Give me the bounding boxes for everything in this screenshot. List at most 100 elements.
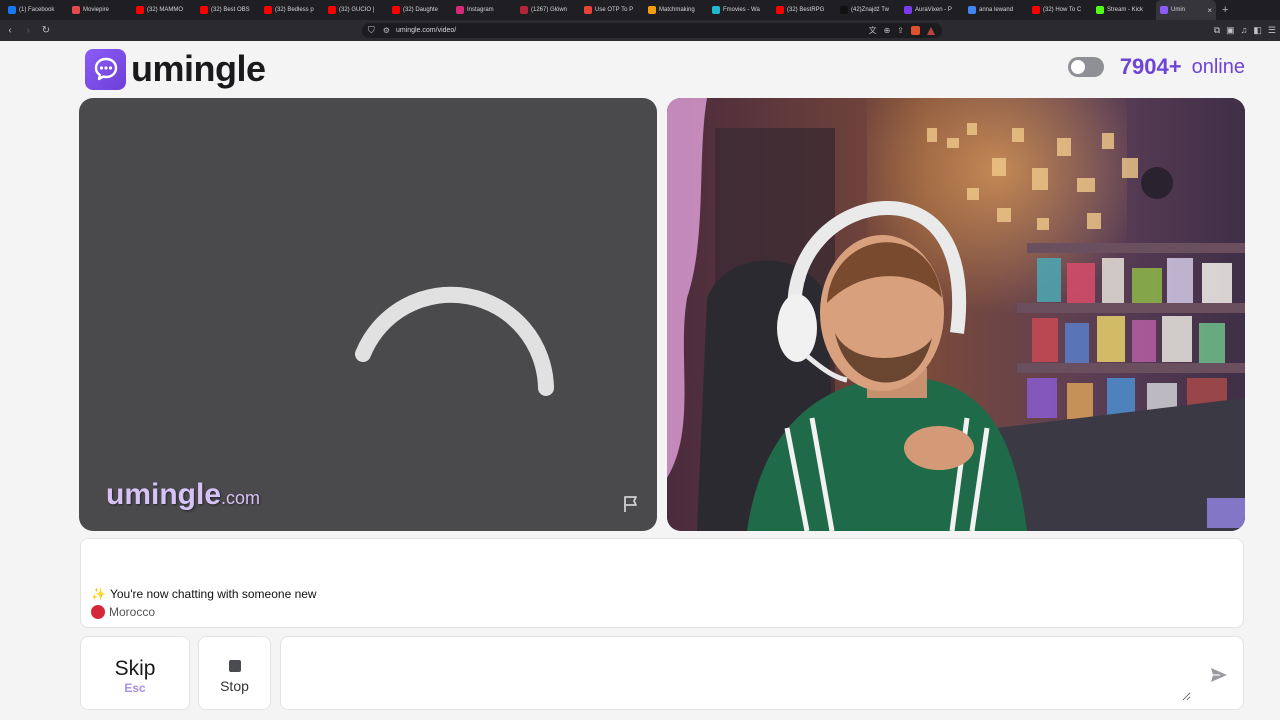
tab-favicon-icon [456, 6, 464, 14]
tab-favicon-icon [648, 6, 656, 14]
browser-tab[interactable]: Moviepire [68, 0, 132, 20]
tab-label: (32) MAMMO [147, 7, 183, 13]
browser-tab[interactable]: (32) Bedless p [260, 0, 324, 20]
theme-toggle[interactable] [1067, 57, 1104, 77]
tab-label: Fmovies - Wa [723, 7, 760, 13]
media-icon[interactable]: ♫ [1241, 25, 1248, 36]
system-message-text: You're now chatting with someone new [109, 587, 317, 601]
share-icon[interactable]: ⇪ [897, 26, 904, 35]
forward-icon[interactable]: › [20, 25, 36, 36]
browser-tab[interactable]: (1267) Główn [516, 0, 580, 20]
tab-favicon-icon [72, 6, 80, 14]
tab-label: anna lewand [979, 7, 1014, 13]
browser-tab[interactable]: Use OTP To P [580, 0, 644, 20]
tab-label: Moviepire [83, 7, 110, 13]
menu-icon[interactable]: ☰ [1268, 25, 1276, 36]
bookmark-icon[interactable]: ⛉ [368, 25, 375, 36]
watermark-main: umingle [106, 478, 222, 511]
tab-label: (32) How To C [1043, 7, 1082, 13]
browser-tab[interactable]: (32) MAMMO [132, 0, 196, 20]
tab-label: (32) Daughte [403, 7, 439, 13]
toggle-knob [1070, 60, 1085, 74]
tab-label: (32) Bedless p [275, 7, 314, 13]
site-logo[interactable]: umingle [85, 48, 266, 90]
browser-tab[interactable]: (32) How To C [1028, 0, 1092, 20]
stranger-country: Morocco [91, 605, 155, 619]
send-icon[interactable] [1209, 665, 1229, 685]
watermark-tld: .com [221, 488, 261, 508]
tab-favicon-icon [584, 6, 592, 14]
tab-favicon-icon [328, 6, 336, 14]
umingle-watermark: umingle.com [106, 478, 260, 512]
system-message: ✨ You're now chatting with someone new [91, 587, 317, 601]
tab-favicon-icon [200, 6, 208, 14]
reload-icon[interactable]: ↻ [38, 25, 54, 36]
stop-button[interactable]: Stop [198, 636, 271, 710]
tab-favicon-icon [8, 6, 16, 14]
wallet-icon[interactable]: ▣ [1226, 25, 1235, 36]
translate-icon[interactable]: 文 [869, 25, 877, 36]
browser-tab[interactable]: (32) BestRPG [772, 0, 836, 20]
tab-label: (32) Best OBS [211, 7, 250, 13]
tab-label: (32) GUCIO | [339, 7, 375, 13]
tab-favicon-icon [520, 6, 528, 14]
browser-tab[interactable]: Instagram [452, 0, 516, 20]
skip-shortcut: Esc [124, 681, 146, 695]
loading-spinner-icon [355, 286, 554, 396]
tab-favicon-icon [1032, 6, 1040, 14]
skip-button[interactable]: Skip Esc [80, 636, 190, 710]
close-tab-icon[interactable]: × [1207, 6, 1212, 15]
tab-label: (1) Facebook [19, 7, 55, 13]
browser-toolbar: ‹ › ↻ ⛉ ⚙ umingle.com/video/ 文 ⊕ ⇪ ⧉ ▣ ♫… [0, 20, 1280, 41]
browser-tab[interactable]: Umin × [1156, 0, 1216, 20]
back-icon[interactable]: ‹ [2, 25, 18, 36]
zoom-icon[interactable]: ⊕ [884, 26, 891, 35]
browser-tab[interactable]: (1) Facebook [4, 0, 68, 20]
browser-tab[interactable]: Stream - Kick [1092, 0, 1156, 20]
sidebar-icon[interactable]: ◧ [1253, 25, 1262, 36]
tab-label: (42)Znajdź Tw [851, 7, 889, 13]
tab-label: (1267) Główn [531, 7, 568, 13]
tab-label: Use OTP To P [595, 7, 634, 13]
online-label: online [1191, 55, 1245, 78]
browser-tab-bar: (1) Facebook Moviepire (32) MAMMO (32) Best… [0, 0, 1280, 20]
browser-tab[interactable]: anna lewand [964, 0, 1028, 20]
country-name: Morocco [109, 605, 156, 619]
tab-favicon-icon [264, 6, 272, 14]
site-info-icon[interactable]: ⚙ [383, 26, 390, 35]
tab-label: AuraVixen - P [915, 7, 952, 13]
message-input[interactable] [291, 645, 1191, 701]
tab-favicon-icon [968, 6, 976, 14]
browser-tab[interactable]: (42)Znajdź Tw [836, 0, 900, 20]
address-bar[interactable]: ⛉ ⚙ umingle.com/video/ 文 ⊕ ⇪ [362, 23, 942, 38]
logo-text: umingle [131, 48, 266, 89]
tab-favicon-icon [840, 6, 848, 14]
self-webcam-video [667, 98, 1245, 531]
browser-tab[interactable]: AuraVixen - P [900, 0, 964, 20]
tab-favicon-icon [1160, 6, 1168, 14]
webcam-scene [667, 98, 1245, 531]
tab-favicon-icon [776, 6, 784, 14]
tab-label: Stream - Kick [1107, 7, 1144, 13]
chat-bubble-icon [85, 48, 126, 90]
report-flag-icon[interactable] [621, 494, 641, 514]
extensions-icon[interactable]: ⧉ [1214, 25, 1220, 36]
stranger-video: umingle.com [79, 98, 657, 531]
new-tab-icon[interactable]: + [1216, 4, 1234, 16]
tab-label: Instagram [467, 7, 494, 13]
browser-tab[interactable]: (32) GUCIO | [324, 0, 388, 20]
browser-tab[interactable]: Matchmaking [644, 0, 708, 20]
browser-tab[interactable]: (32) Daughte [388, 0, 452, 20]
skip-label: Skip [114, 657, 156, 680]
address-url[interactable]: umingle.com/video/ [396, 27, 456, 34]
message-composer [280, 636, 1244, 710]
stop-label: Stop [220, 678, 249, 694]
tab-favicon-icon [904, 6, 912, 14]
browser-tab[interactable]: Fmovies - Wa [708, 0, 772, 20]
online-count: 7904+ [1119, 54, 1182, 79]
browser-tab[interactable]: (32) Best OBS [196, 0, 260, 20]
tab-favicon-icon [136, 6, 144, 14]
tab-favicon-icon [712, 6, 720, 14]
brave-shield-icon[interactable] [911, 26, 920, 35]
rewards-icon[interactable] [927, 26, 935, 35]
